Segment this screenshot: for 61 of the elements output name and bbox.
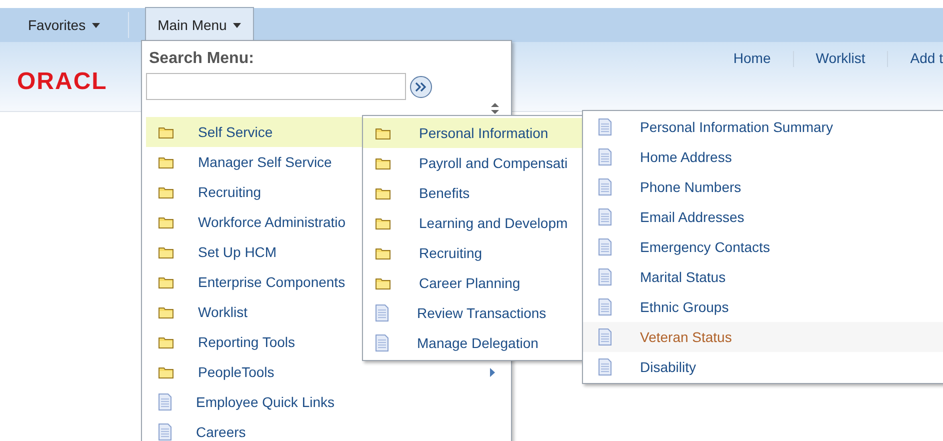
- document-icon: [598, 148, 612, 166]
- folder-icon: [158, 246, 174, 258]
- caret-icon: [232, 22, 241, 28]
- document-icon: [158, 393, 172, 411]
- folder-icon: [158, 336, 174, 348]
- header-link[interactable]: Worklist: [816, 48, 866, 69]
- folder-icon: [375, 216, 391, 230]
- document-icon: [598, 178, 612, 196]
- folder-icon: [158, 366, 174, 378]
- menu-item[interactable]: Email Addresses: [583, 202, 943, 232]
- caret-icon: [92, 22, 100, 28]
- double-chevron-icon: [415, 82, 427, 92]
- menu-item[interactable]: Manage Delegation: [363, 328, 582, 358]
- oracle-logo: ORACL: [17, 67, 108, 97]
- menu-item[interactable]: Marital Status: [583, 262, 943, 292]
- menu-item[interactable]: Payroll and Compensati: [363, 148, 582, 178]
- document-icon: [598, 328, 612, 346]
- document-icon: [598, 208, 612, 226]
- nav-tab[interactable]: Favorites: [16, 8, 112, 42]
- menu-item[interactable]: Ethnic Groups: [583, 292, 943, 322]
- document-icon: [598, 118, 612, 136]
- menu-item[interactable]: Personal Information: [363, 118, 582, 148]
- menu-item[interactable]: PeopleTools: [146, 357, 507, 387]
- folder-icon: [375, 186, 391, 200]
- menu-item[interactable]: Career Planning: [363, 268, 582, 298]
- folder-icon: [158, 276, 174, 288]
- menu-item[interactable]: Employee Quick Links: [146, 387, 507, 417]
- document-icon: [598, 268, 612, 286]
- menu-item[interactable]: Recruiting: [363, 238, 582, 268]
- folder-icon: [158, 306, 174, 318]
- menu-item[interactable]: Disability: [583, 352, 943, 382]
- search-field[interactable]: [146, 73, 406, 100]
- folder-icon: [375, 246, 391, 260]
- folder-icon: [158, 216, 174, 228]
- menu-item[interactable]: Careers: [146, 417, 507, 441]
- folder-icon: [375, 276, 391, 290]
- menu-item[interactable]: Benefits: [363, 178, 582, 208]
- menu-item[interactable]: Phone Numbers: [583, 172, 943, 202]
- document-icon: [598, 298, 612, 316]
- folder-icon: [158, 186, 174, 198]
- menu-item[interactable]: Veteran Status: [583, 322, 943, 352]
- menu-item[interactable]: Personal Information Summary: [583, 112, 943, 142]
- document-icon: [598, 238, 612, 256]
- folder-icon: [158, 156, 174, 168]
- document-icon: [598, 358, 612, 376]
- document-icon: [158, 423, 172, 441]
- menu-item[interactable]: Review Transactions: [363, 298, 582, 328]
- header-link[interactable]: Add t: [910, 48, 943, 69]
- document-icon: [375, 334, 389, 352]
- menu-item[interactable]: Home Address: [583, 142, 943, 172]
- nav-tab[interactable]: Main Menu: [144, 7, 254, 42]
- header-link[interactable]: Home: [733, 48, 771, 69]
- folder-icon: [158, 126, 174, 138]
- document-icon: [375, 304, 389, 322]
- search-menu-label: Search Menu:: [148, 49, 255, 69]
- menu-item[interactable]: Emergency Contacts: [583, 232, 943, 262]
- sort-icon[interactable]: [491, 103, 499, 114]
- search-go-button[interactable]: [410, 76, 432, 98]
- folder-icon: [375, 156, 391, 170]
- menu-item[interactable]: Learning and Developm: [363, 208, 582, 238]
- folder-icon: [375, 126, 391, 140]
